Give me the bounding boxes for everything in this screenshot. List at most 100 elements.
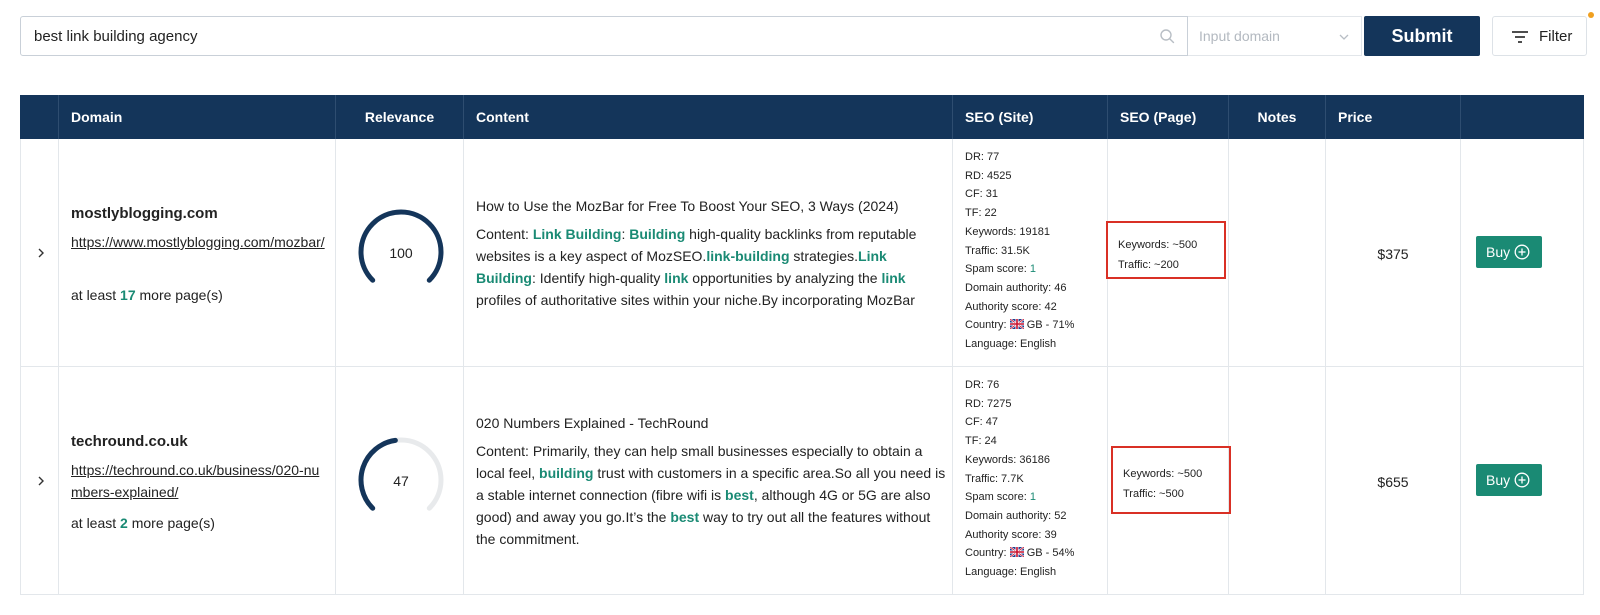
column-header-seo-page: SEO (Page)	[1108, 95, 1229, 139]
search-box	[20, 16, 1188, 56]
seo-domain-authority: Domain authority: 52	[965, 509, 1067, 522]
filter-label: Filter	[1539, 28, 1573, 45]
more-pages-count: 17	[120, 287, 136, 303]
column-header-content: Content	[464, 95, 953, 139]
seo-page-metrics: Keywords: ~500 Traffic: ~200	[1118, 235, 1197, 275]
seo-site-cell: DR: 77 RD: 4525 CF: 31 TF: 22 Keywords: …	[953, 139, 1108, 366]
relevance-score: 100	[389, 245, 413, 261]
spam-score-value: 1	[1029, 263, 1036, 276]
domain-cell: mostlyblogging.com https://www.mostlyblo…	[59, 139, 336, 366]
buy-button[interactable]: Buy	[1476, 236, 1542, 268]
highlighted-keyword: link	[664, 270, 689, 286]
more-pages-prefix: at least	[71, 515, 121, 531]
domain-select[interactable]: Input domain	[1188, 16, 1362, 56]
search-bar: Input domain Submit Filter	[20, 16, 1587, 56]
seo-cf: CF: 47	[965, 416, 999, 429]
filter-button[interactable]: Filter	[1492, 16, 1587, 56]
search-input[interactable]	[21, 17, 1151, 55]
domain-name: techround.co.uk	[71, 433, 188, 450]
country-value: GB - 54%	[1026, 547, 1075, 560]
seo-language: Language: English	[965, 566, 1057, 579]
domain-url-link[interactable]: https://www.mostlyblogging.com/mozbar/	[71, 231, 329, 253]
domain-cell: techround.co.uk https://techround.co.uk/…	[59, 367, 336, 594]
chevron-right-icon[interactable]	[35, 247, 47, 259]
seo-page-highlight-box: Keywords: ~500 Traffic: ~500	[1111, 446, 1231, 514]
snippet-text: strategies.	[789, 248, 859, 264]
country-value: GB - 71%	[1026, 319, 1075, 332]
content-title: How to Use the MozBar for Free To Boost …	[476, 198, 899, 214]
seo-country: Country: GB - 71%	[965, 316, 1074, 335]
seo-keywords: Keywords: 19181	[965, 225, 1050, 238]
table-row: techround.co.uk https://techround.co.uk/…	[20, 367, 1584, 595]
column-header-actions	[1461, 95, 1584, 139]
relevance-score: 47	[393, 473, 409, 489]
plus-circle-icon	[1514, 244, 1530, 260]
chevron-right-icon[interactable]	[35, 475, 47, 487]
more-pages-text[interactable]: at least 2 more page(s)	[71, 515, 215, 531]
domain-name: mostlyblogging.com	[71, 205, 218, 222]
notes-cell	[1229, 139, 1326, 366]
notes-cell	[1229, 367, 1326, 594]
seo-site-metrics: DR: 76 RD: 7275 CF: 47 TF: 24 Keywords: …	[965, 376, 1074, 582]
seo-spam-score: Spam score: 1	[965, 488, 1074, 507]
highlighted-keyword: best	[725, 487, 754, 503]
highlighted-keyword: link	[881, 270, 906, 286]
country-label: Country:	[965, 547, 1010, 560]
seo-site-cell: DR: 76 RD: 7275 CF: 47 TF: 24 Keywords: …	[953, 367, 1108, 594]
seo-tf: TF: 24	[965, 435, 997, 448]
buy-label: Buy	[1486, 244, 1511, 260]
highlighted-keyword: best	[670, 509, 700, 525]
submit-button[interactable]: Submit	[1364, 16, 1480, 56]
more-pages-text[interactable]: at least 17 more page(s)	[71, 287, 223, 303]
search-icon[interactable]	[1159, 28, 1175, 44]
highlighted-keyword: building	[539, 465, 594, 481]
seo-authority-score: Authority score: 39	[965, 528, 1057, 541]
domain-select-placeholder: Input domain	[1199, 28, 1280, 44]
seo-page-metrics: Keywords: ~500 Traffic: ~500	[1123, 464, 1202, 504]
action-cell: Buy	[1461, 139, 1584, 366]
highlighted-keyword: link-building	[706, 248, 790, 264]
expand-cell	[20, 367, 59, 594]
page-keywords: Keywords: ~500	[1118, 239, 1198, 251]
domain-url-link[interactable]: https://techround.co.uk/business/020-num…	[71, 459, 329, 503]
expand-cell	[20, 139, 59, 366]
price-cell: $655	[1326, 367, 1461, 594]
chevron-down-icon	[1339, 34, 1349, 40]
more-pages-count: 2	[120, 515, 128, 531]
uk-flag-icon	[1009, 547, 1024, 558]
seo-tf: TF: 22	[965, 207, 997, 220]
spam-score-label: Spam score:	[965, 263, 1030, 276]
column-header-price: Price	[1326, 95, 1461, 139]
seo-spam-score: Spam score: 1	[965, 260, 1074, 279]
seo-rd: RD: 4525	[965, 169, 1012, 182]
price-value: $655	[1377, 474, 1409, 490]
seo-page-highlight-box: Keywords: ~500 Traffic: ~200	[1106, 221, 1226, 279]
seo-page-cell: Keywords: ~500 Traffic: ~200	[1106, 139, 1229, 366]
snippet-text: opportunities by analyzing the	[688, 270, 882, 286]
notification-dot	[1588, 12, 1594, 18]
seo-country: Country: GB - 54%	[965, 544, 1074, 563]
seo-dr: DR: 76	[965, 379, 1000, 391]
country-label: Country:	[965, 319, 1010, 332]
more-pages-suffix: more page(s)	[127, 515, 215, 531]
buy-button[interactable]: Buy	[1476, 464, 1542, 496]
snippet-text: : Identify high-quality	[532, 270, 665, 286]
seo-domain-authority: Domain authority: 46	[965, 281, 1067, 294]
seo-rd: RD: 7275	[965, 397, 1012, 410]
snippet-text: Content:	[476, 226, 533, 242]
seo-traffic: Traffic: 31.5K	[965, 244, 1030, 257]
buy-label: Buy	[1486, 472, 1511, 488]
content-cell: 020 Numbers Explained - TechRound Conten…	[464, 367, 953, 594]
highlighted-keyword: Link Building	[532, 226, 622, 242]
relevance-cell: 100	[336, 139, 464, 366]
more-pages-prefix: at least	[71, 287, 121, 303]
price-value: $375	[1377, 246, 1409, 262]
content-snippet: Content: Link Building: Building high-qu…	[476, 223, 946, 311]
column-header-domain: Domain	[59, 95, 336, 139]
spam-score-label: Spam score:	[965, 491, 1030, 504]
column-header-notes: Notes	[1229, 95, 1326, 139]
column-header-relevance: Relevance	[336, 95, 464, 139]
column-header-expand	[20, 95, 59, 139]
content-cell: How to Use the MozBar for Free To Boost …	[464, 139, 953, 366]
more-pages-suffix: more page(s)	[135, 287, 223, 303]
